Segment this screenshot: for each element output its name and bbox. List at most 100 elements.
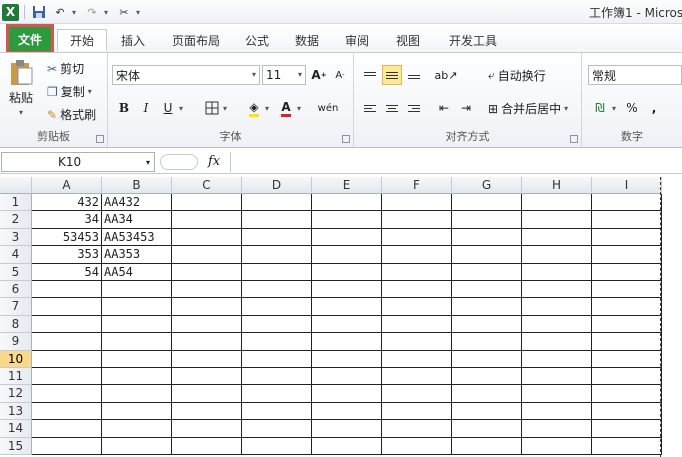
grid-cell[interactable] — [172, 298, 242, 316]
grid-cell[interactable] — [242, 211, 312, 229]
shrink-font-button[interactable]: A- — [330, 65, 350, 85]
grid-cell[interactable] — [452, 385, 522, 403]
font-color-button[interactable]: A — [276, 98, 296, 118]
grid-cell[interactable] — [592, 315, 662, 334]
underline-button[interactable]: U — [158, 98, 178, 118]
column-header[interactable]: E — [312, 177, 382, 194]
align-right-button[interactable] — [404, 98, 424, 118]
grid-cell[interactable] — [172, 194, 242, 212]
row-header[interactable]: 4 — [0, 246, 32, 264]
grid-cell[interactable] — [32, 350, 102, 368]
grid-cell[interactable] — [592, 368, 662, 386]
grid-cell[interactable] — [382, 368, 452, 386]
grid-cell[interactable] — [32, 333, 102, 351]
paste-dropdown-icon[interactable]: ▾ — [19, 108, 23, 117]
grid-cell[interactable] — [312, 211, 382, 229]
tools-icon[interactable]: ✂ — [115, 3, 133, 21]
redo-icon[interactable]: ↷ — [83, 3, 101, 21]
grid-cell[interactable] — [382, 385, 452, 403]
grid-cell[interactable] — [522, 228, 592, 247]
column-header[interactable]: A — [32, 177, 102, 194]
tab-data[interactable]: 数据 — [287, 29, 327, 51]
grid-cell[interactable] — [102, 402, 172, 421]
grid-cell[interactable] — [312, 263, 382, 281]
align-middle-button[interactable] — [382, 65, 402, 85]
grid-cell[interactable] — [452, 298, 522, 316]
grid-cell[interactable] — [522, 333, 592, 351]
decrease-indent-button[interactable]: ⇤ — [434, 98, 454, 118]
column-header[interactable]: B — [102, 177, 172, 194]
grid-cell[interactable] — [592, 211, 662, 229]
grid-cell[interactable] — [452, 246, 522, 264]
column-header[interactable]: D — [242, 177, 312, 194]
save-icon[interactable] — [30, 3, 48, 21]
grid-cell[interactable] — [242, 437, 312, 455]
grid-cell[interactable] — [172, 350, 242, 368]
row-header[interactable]: 5 — [0, 263, 32, 281]
grid-cell[interactable] — [32, 420, 102, 438]
comma-button[interactable]: , — [644, 98, 664, 118]
grid-cell[interactable] — [242, 402, 312, 421]
grid-cell[interactable] — [522, 315, 592, 334]
grid-cell[interactable] — [172, 263, 242, 281]
tab-home[interactable]: 开始 — [57, 29, 107, 51]
row-header[interactable]: 7 — [0, 298, 32, 316]
grid-cell[interactable] — [172, 333, 242, 351]
grid-cell[interactable] — [172, 420, 242, 438]
grid-cell[interactable] — [102, 385, 172, 403]
grid-cell[interactable] — [522, 437, 592, 455]
grid-cell[interactable] — [452, 263, 522, 281]
grid-cell[interactable] — [312, 298, 382, 316]
grid-cell[interactable] — [312, 350, 382, 368]
grid-cell[interactable] — [32, 385, 102, 403]
grid-cell[interactable]: 432 — [32, 194, 102, 212]
row-header[interactable]: 13 — [0, 402, 32, 421]
grid-cell[interactable] — [172, 402, 242, 421]
grid-cell[interactable] — [242, 263, 312, 281]
grid-cell[interactable] — [382, 420, 452, 438]
grid-cell[interactable] — [382, 211, 452, 229]
merge-dropdown-icon[interactable]: ▾ — [564, 104, 568, 113]
grid-cell[interactable] — [312, 420, 382, 438]
grid-cell[interactable] — [592, 420, 662, 438]
format-painter-button[interactable]: ✎ 格式刷 — [47, 106, 96, 123]
column-header[interactable]: H — [522, 177, 592, 194]
grid-cell[interactable] — [452, 281, 522, 299]
grid-cell[interactable] — [312, 437, 382, 455]
alignment-launcher-icon[interactable] — [570, 135, 578, 143]
grid-cell[interactable] — [382, 228, 452, 247]
grid-cell[interactable] — [312, 228, 382, 247]
select-all-corner[interactable] — [0, 177, 32, 194]
grid-cell[interactable] — [592, 194, 662, 212]
name-box[interactable]: K10 ▾ — [1, 152, 155, 172]
grid-cell[interactable] — [452, 211, 522, 229]
tab-page-layout[interactable]: 页面布局 — [165, 29, 227, 51]
copy-button[interactable]: ❐ 复制 ▾ — [47, 83, 92, 100]
percent-button[interactable]: % — [622, 98, 642, 118]
currency-button[interactable]: ₪ — [590, 98, 610, 118]
grid-cell[interactable] — [592, 246, 662, 264]
undo-dropdown-icon[interactable]: ▾ — [72, 8, 80, 17]
grid-cell[interactable] — [522, 420, 592, 438]
tab-formulas[interactable]: 公式 — [237, 29, 277, 51]
grid-cell[interactable] — [312, 333, 382, 351]
grid-cell[interactable]: AA432 — [102, 194, 172, 212]
tab-file[interactable]: 文件 — [6, 24, 54, 54]
undo-icon[interactable]: ↶ — [51, 3, 69, 21]
grid-cell[interactable] — [312, 315, 382, 334]
grid-cell[interactable] — [312, 385, 382, 403]
grid-cell[interactable] — [312, 402, 382, 421]
redo-dropdown-icon[interactable]: ▾ — [104, 8, 112, 17]
grid-cell[interactable] — [592, 263, 662, 281]
grid-cell[interactable] — [382, 194, 452, 212]
row-header[interactable]: 10 — [0, 350, 32, 368]
customize-qat-icon[interactable]: ▾ — [136, 8, 144, 17]
grid-cell[interactable] — [102, 350, 172, 368]
fill-color-dropdown-icon[interactable]: ▾ — [265, 104, 269, 113]
grid-cell[interactable] — [242, 350, 312, 368]
grid-cell[interactable] — [32, 315, 102, 334]
excel-logo-icon[interactable]: X — [2, 3, 19, 21]
grid-cell[interactable] — [382, 246, 452, 264]
grid-cell[interactable] — [522, 298, 592, 316]
grid-cell[interactable]: AA53453 — [102, 228, 172, 247]
